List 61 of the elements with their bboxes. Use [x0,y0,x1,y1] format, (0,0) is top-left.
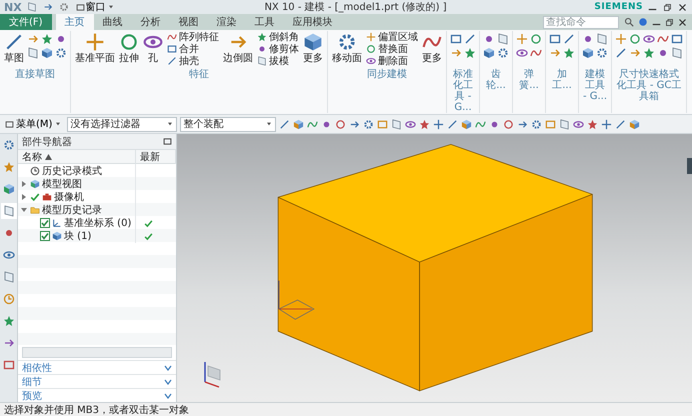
tree-item-label: 摄像机 [54,190,84,204]
ribbon-button[interactable]: 孔 [142,31,164,65]
ribbon-button[interactable]: 草图 [3,31,25,65]
ribbon-button[interactable]: 拉伸 [118,31,140,65]
tree-item-label: 基准坐标系 (0) [64,216,132,230]
column-header[interactable]: 最新 [140,150,160,164]
tree-row[interactable]: 历史记录模式 [18,164,176,177]
scope-dropdown[interactable]: 整个装配 [180,116,276,132]
tree-row[interactable]: 模型历史记录 [18,203,176,216]
ribbon-tab[interactable]: 主页 [56,14,94,30]
ribbon-tab[interactable]: 曲线 [94,14,132,30]
tree-row[interactable]: 模型视图 [18,177,176,190]
ribbon-button[interactable]: 边倒圆 [222,31,254,65]
tree-row[interactable]: 基准坐标系 (0) [18,216,176,229]
ribbon-button[interactable]: 倒斜角 [256,31,300,43]
ribbon-button[interactable]: 删除面 [365,55,419,67]
tree-row[interactable]: 块 (1) [18,229,176,242]
ribbon-tab[interactable]: 应用模块 [284,14,342,30]
ribbon-button[interactable]: 偏置区域 [365,31,419,43]
ribbon-button[interactable]: 移动面 [331,31,363,65]
ribbon-button[interactable]: 基准平面 [74,31,116,65]
panel-header[interactable]: 细节 [18,374,176,388]
tree-row[interactable]: 摄像机 [18,190,176,203]
ribbon-button[interactable]: 修剪体 [256,43,300,55]
tree-item-label: 历史记录模式 [42,164,102,178]
tree-item-label: 模型历史记录 [42,204,102,217]
group-label: 建模工具 - G... [582,69,608,102]
ribbon-tab[interactable]: 视图 [170,14,208,30]
status-message: 选择对象并使用 MB3，或者双击某一对象 [4,404,190,416]
tree-item-label: 块 (1) [64,230,92,243]
ribbon-button[interactable]: 更多 [302,31,324,65]
ribbon-button[interactable]: 拔模 [256,55,300,67]
column-header[interactable]: 名称 [22,150,42,164]
tree-item-label: 模型视图 [42,178,82,191]
panel-header[interactable]: 相依性 [18,360,176,374]
app-logo: NX [4,0,22,14]
ribbon-tab[interactable]: 分析 [132,14,170,30]
brand-logo: SIEMENS [594,2,643,12]
ribbon-button[interactable]: 替换面 [365,43,419,55]
group-label: 标准化工具 - G... [452,69,474,113]
search-field[interactable]: 查找命令 [543,16,619,29]
group-label: 加工... [551,69,573,91]
window-menu[interactable]: 窗口 [74,0,117,14]
window-title: NX 10 - 建模 - [_model1.prt (修改的) ] [263,0,448,14]
file-menu-button[interactable]: 文件(F) [0,14,52,30]
navigator-title: 部件导航器 [22,136,72,148]
ribbon-button[interactable]: 合并 [166,43,220,55]
ribbon-tab[interactable]: 渲染 [208,14,246,30]
ribbon-button[interactable]: 抽壳 [166,55,220,67]
ribbon-button[interactable]: 阵列特征 [166,31,220,43]
group-label: 齿轮... [485,69,507,91]
group-label: 特征 [188,69,210,80]
group-label: 直接草图 [14,69,56,80]
panel-header[interactable]: 预览 [18,388,176,402]
ribbon-tab[interactable]: 工具 [246,14,284,30]
group-label: 弹簧... [518,69,540,91]
group-label: 同步建模 [366,69,408,80]
group-label: 尺寸快速格式化工具 - GC工具箱 [616,69,682,102]
filter-dropdown[interactable]: 没有选择过滤器 [67,116,178,132]
ribbon-button[interactable]: 更多 [421,31,443,65]
menu-button[interactable]: 菜单(M) [3,117,64,131]
